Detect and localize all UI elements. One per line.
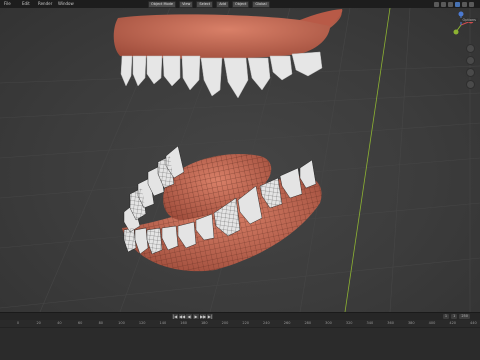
ruler-tick-label: 120: [138, 321, 146, 325]
ruler-tick-label: 240: [263, 321, 270, 325]
ruler-tick-label: 40: [57, 321, 62, 325]
current-frame-field[interactable]: 1: [442, 314, 450, 319]
options-dropdown[interactable]: Options: [460, 18, 478, 22]
zoom-icon[interactable]: [466, 44, 475, 53]
end-frame-field[interactable]: 250: [459, 314, 470, 319]
start-frame-field[interactable]: 1: [451, 314, 458, 319]
solid-shading-icon[interactable]: [455, 1, 460, 7]
timeline-ruler[interactable]: 0 20 40 60 80 100 120 140 160 180 200 220 240 260 280 3…: [0, 320, 480, 328]
viewport-header: Object Mode View Select Add Object Globa…: [148, 0, 270, 8]
menu-render[interactable]: Render: [38, 0, 52, 8]
jump-start-icon[interactable]: |◀: [172, 314, 178, 319]
mode-dropdown[interactable]: Object Mode: [148, 0, 177, 8]
top-menubar: File Edit Render Window Object Mode View…: [0, 0, 480, 8]
shading-controls: [434, 0, 474, 8]
pan-icon[interactable]: [466, 56, 475, 65]
ruler-tick-label: 60: [77, 321, 83, 325]
ruler-tick-label: 340: [366, 321, 374, 325]
scene: [0, 8, 480, 312]
play-reverse-icon[interactable]: ◀: [186, 314, 192, 319]
menu-window[interactable]: Window: [58, 0, 74, 8]
next-keyframe-icon[interactable]: ▶▶: [200, 314, 206, 319]
ruler-tick-label: 80: [98, 321, 104, 325]
navigation-gizmo[interactable]: [446, 10, 476, 40]
ruler-tick-label: 180: [200, 321, 208, 325]
prev-keyframe-icon[interactable]: ◀◀: [179, 314, 185, 319]
view-menu[interactable]: View: [179, 0, 194, 8]
menu-edit[interactable]: Edit: [22, 0, 30, 8]
material-shading-icon[interactable]: [462, 1, 467, 7]
play-icon[interactable]: ▶: [193, 314, 199, 319]
ruler-tick-label: 20: [36, 321, 41, 325]
ruler-tick-label: 0: [16, 321, 20, 325]
playback-controls: |◀ ◀◀ ◀ ▶ ▶▶ ▶|: [172, 314, 213, 319]
ruler-tick-label: 420: [449, 321, 457, 325]
perspective-toggle-icon[interactable]: [466, 80, 475, 89]
wireframe-shading-icon[interactable]: [448, 1, 453, 7]
rendered-shading-icon[interactable]: [469, 1, 474, 7]
ruler-tick-label: 200: [221, 321, 229, 325]
ruler-tick-label: 360: [387, 321, 394, 325]
ruler-tick-label: 440: [470, 321, 477, 325]
ruler-tick-label: 320: [345, 321, 353, 325]
select-menu[interactable]: Select: [196, 0, 214, 8]
add-menu[interactable]: Add: [216, 0, 229, 8]
jump-end-icon[interactable]: ▶|: [207, 314, 213, 319]
transform-orientation[interactable]: Global: [252, 0, 270, 8]
ruler-tick-label: 160: [180, 321, 187, 325]
frame-range: 1 1 250: [442, 314, 470, 319]
overlay-icon[interactable]: [434, 1, 439, 7]
ruler-tick-label: 260: [283, 321, 291, 325]
ruler-tick-label: 300: [325, 321, 332, 325]
y-axis-line: [344, 8, 391, 312]
lower-jaw[interactable]: [122, 145, 322, 272]
xray-icon[interactable]: [441, 1, 446, 7]
viewport-nav-tools: [466, 44, 475, 89]
ruler-tick-label: 220: [242, 321, 250, 325]
upper-jaw[interactable]: [113, 9, 343, 99]
ruler-tick-label: 380: [407, 321, 415, 325]
camera-view-icon[interactable]: [466, 68, 475, 77]
object-menu[interactable]: Object: [231, 0, 250, 8]
ruler-tick-label: 280: [304, 321, 312, 325]
menu-file[interactable]: File: [4, 0, 11, 8]
timeline-track[interactable]: [0, 328, 480, 360]
ruler-tick-label: 400: [428, 321, 436, 325]
ruler-tick-label: 100: [118, 321, 125, 325]
3d-viewport[interactable]: Options: [0, 8, 480, 312]
ruler-tick-label: 140: [159, 321, 167, 325]
